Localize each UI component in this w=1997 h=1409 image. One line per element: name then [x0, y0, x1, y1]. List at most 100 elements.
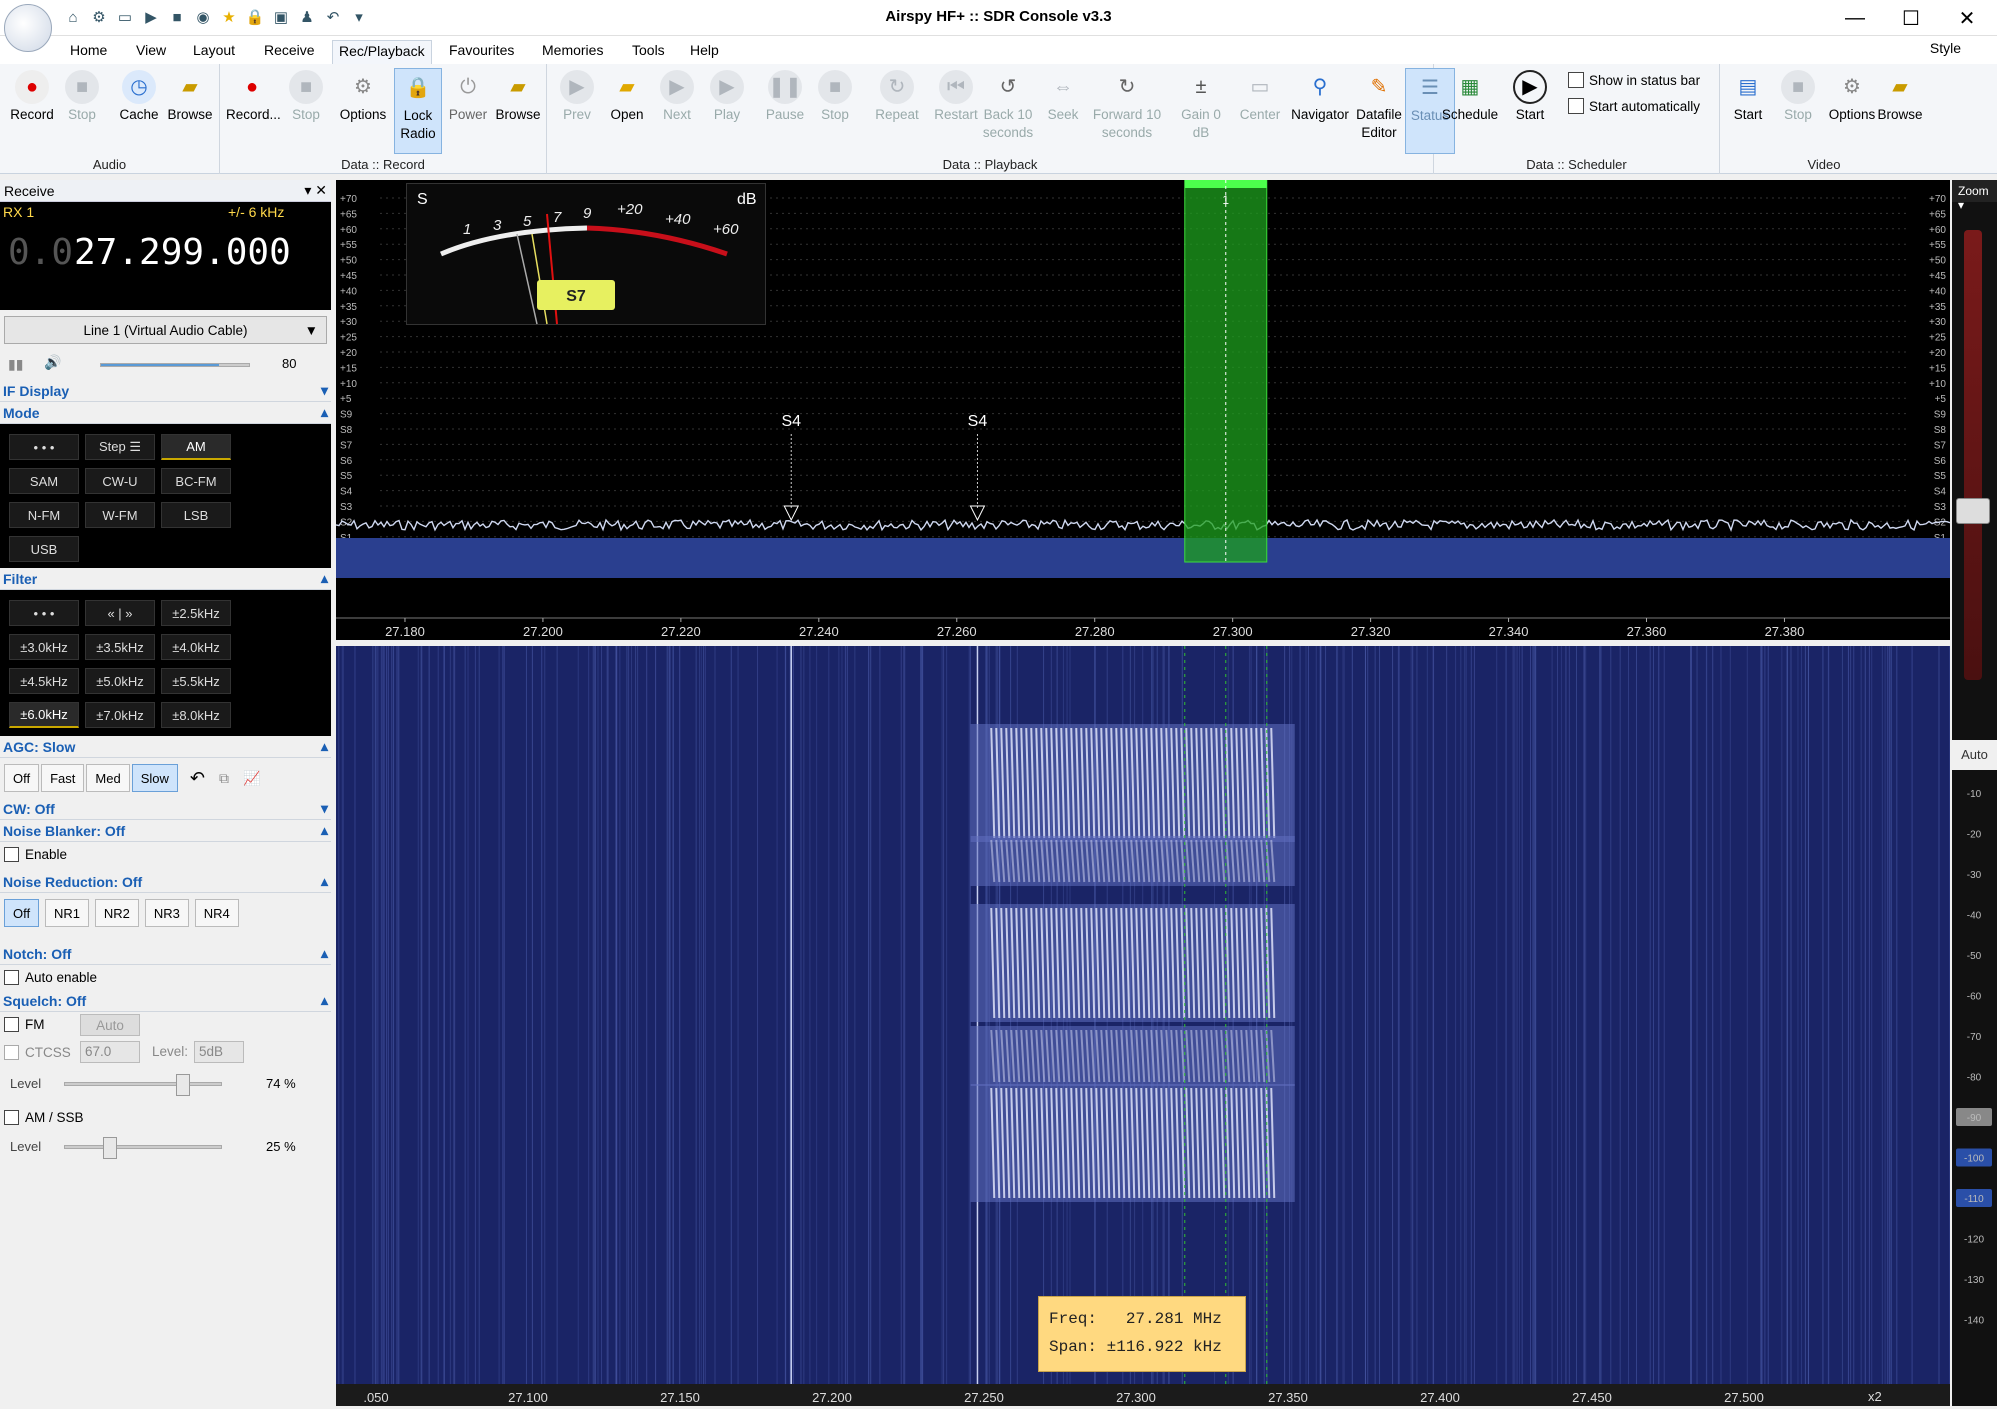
open-button[interactable]: ▰ Open: [603, 68, 651, 124]
tab-rec-playback[interactable]: Rec/Playback: [332, 40, 432, 64]
mode-nfm-button[interactable]: N-FM: [9, 502, 79, 528]
minimize-button[interactable]: —: [1827, 0, 1883, 36]
agc-med-button[interactable]: Med: [86, 764, 130, 792]
agc-off-button[interactable]: Off: [4, 764, 40, 792]
filter-6-0-button[interactable]: ±6.0kHz: [9, 702, 79, 728]
graph-icon[interactable]: 📈: [243, 770, 260, 787]
noise-blanker-section[interactable]: Noise Blanker: Off ▴: [0, 820, 331, 842]
waterfall-frequency-axis[interactable]: .050 27.100 27.150 27.200 27.250 27.300 27.350…: [336, 1384, 1950, 1406]
agc-slow-button[interactable]: Slow: [131, 764, 178, 792]
rx-channel-marker[interactable]: 1: [1184, 179, 1268, 563]
mode-more-button[interactable]: • • •: [9, 434, 79, 460]
mode-cwu-button[interactable]: CW-U: [85, 468, 155, 494]
playback-stop-button[interactable]: ■ Stop: [811, 68, 859, 124]
tab-layout[interactable]: Layout: [187, 40, 241, 64]
next-button[interactable]: ▶ Next: [653, 68, 701, 124]
audio-device-select[interactable]: Line 1 (Virtual Audio Cable) ▼: [4, 316, 327, 344]
ctcss-checkbox[interactable]: [4, 1044, 19, 1060]
filter-4-0-button[interactable]: ±4.0kHz: [161, 634, 231, 660]
power-button[interactable]: ⏻ Power: [444, 68, 492, 124]
filter-5-0-button[interactable]: ±5.0kHz: [85, 668, 155, 694]
agc-fast-button[interactable]: Fast: [41, 764, 85, 792]
am-ssb-checkbox[interactable]: AM / SSB: [0, 1105, 331, 1130]
nr2-button[interactable]: NR2: [94, 899, 139, 927]
start-automatically-checkbox[interactable]: Start automatically: [1568, 98, 1700, 114]
datafile-editor-button[interactable]: ✎ Datafile Editor: [1351, 68, 1407, 142]
tab-view[interactable]: View: [130, 40, 172, 64]
forward-10-button[interactable]: ↻ Forward 10 seconds: [1083, 68, 1171, 142]
pause-button[interactable]: ❚❚ Pause: [761, 68, 809, 124]
am-ssb-level-slider[interactable]: [64, 1137, 222, 1159]
tab-home[interactable]: Home: [64, 40, 113, 64]
gain-button[interactable]: ± Gain 0 dB: [1175, 68, 1227, 142]
video-stop-button[interactable]: ■ Stop: [1774, 68, 1822, 124]
data-record-button[interactable]: ● Record...: [226, 68, 281, 124]
mode-wfm-button[interactable]: W-FM: [85, 502, 155, 528]
ctcss-level-select[interactable]: 5dB: [194, 1041, 244, 1063]
tab-memories[interactable]: Memories: [536, 40, 609, 64]
squelch-section[interactable]: Squelch: Off ▴: [0, 990, 331, 1012]
nr1-button[interactable]: NR1: [45, 899, 90, 927]
mode-usb-button[interactable]: USB: [9, 536, 79, 562]
tab-favourites[interactable]: Favourites: [443, 40, 520, 64]
filter-3-5-button[interactable]: ±3.5kHz: [85, 634, 155, 660]
video-options-button[interactable]: ⚙ Options: [1824, 68, 1880, 124]
data-record-browse-button[interactable]: ▰ Browse: [494, 68, 542, 124]
lock-radio-button[interactable]: 🔒 Lock Radio: [394, 68, 442, 154]
notch-section[interactable]: Notch: Off ▴: [0, 943, 331, 965]
nr3-button[interactable]: NR3: [144, 899, 189, 927]
nr4-button[interactable]: NR4: [194, 899, 239, 927]
squelch-fm-checkbox[interactable]: FM Auto: [0, 1012, 331, 1037]
audio-record-button[interactable]: ● Record: [8, 68, 56, 124]
schedule-button[interactable]: ▦ Schedule: [1438, 68, 1502, 124]
noise-blanker-enable-checkbox[interactable]: Enable: [0, 842, 331, 867]
scheduler-start-button[interactable]: ▶ Start: [1506, 68, 1554, 124]
mode-step-button[interactable]: Step ☰: [85, 434, 155, 460]
filter-2-5-button[interactable]: ±2.5kHz: [161, 600, 231, 626]
zoom-dropdown[interactable]: Zoom ▾: [1952, 180, 1997, 212]
filter-section[interactable]: Filter ▴: [0, 568, 331, 590]
squelch-level-slider[interactable]: [64, 1074, 222, 1096]
volume-slider[interactable]: [100, 363, 250, 367]
back-10-button[interactable]: ↺ Back 10 seconds: [977, 68, 1039, 142]
notch-auto-enable-checkbox[interactable]: Auto enable: [0, 965, 331, 990]
ctcss-select[interactable]: 67.0: [80, 1041, 140, 1063]
cw-section[interactable]: CW: Off ▾: [0, 798, 331, 820]
noise-reduction-section[interactable]: Noise Reduction: Off ▴: [0, 871, 331, 893]
data-record-stop-button[interactable]: ■ Stop: [282, 68, 330, 124]
audio-browse-button[interactable]: ▰ Browse: [166, 68, 214, 124]
application-menu-button[interactable]: [4, 4, 52, 52]
frequency-axis[interactable]: 27.180 27.200 27.220 27.240 27.260 27.280 27.3…: [336, 616, 1950, 640]
center-button[interactable]: ▭ Center: [1235, 68, 1285, 124]
mode-bcfm-button[interactable]: BC-FM: [161, 468, 231, 494]
mode-sam-button[interactable]: SAM: [9, 468, 79, 494]
show-in-status-bar-checkbox[interactable]: Show in status bar: [1568, 72, 1700, 88]
filter-3-0-button[interactable]: ±3.0kHz: [9, 634, 79, 660]
tab-help[interactable]: Help: [684, 40, 725, 64]
mode-lsb-button[interactable]: LSB: [161, 502, 231, 528]
tab-tools[interactable]: Tools: [626, 40, 671, 64]
audio-stop-button[interactable]: ■ Stop: [58, 68, 106, 124]
video-browse-button[interactable]: ▰ Browse: [1876, 68, 1924, 124]
waterfall-display[interactable]: [336, 646, 1951, 1384]
prev-button[interactable]: ▶ Prev: [553, 68, 601, 124]
play-button[interactable]: ▶ Play: [703, 68, 751, 124]
squelch-auto-button[interactable]: Auto: [80, 1014, 140, 1036]
mode-am-button[interactable]: AM: [161, 434, 231, 460]
style-menu[interactable]: Style: [1930, 40, 1961, 56]
video-start-button[interactable]: ▤ Start: [1724, 68, 1772, 124]
navigator-button[interactable]: ⚲ Navigator: [1287, 68, 1353, 124]
filter-width-button[interactable]: « | »: [85, 600, 155, 626]
mode-section[interactable]: Mode ▴: [0, 402, 331, 424]
close-button[interactable]: ✕: [1939, 0, 1995, 36]
agc-section[interactable]: AGC: Slow ▴: [0, 736, 331, 758]
panel-menu-icon[interactable]: ▾ ✕: [304, 182, 327, 199]
filter-4-5-button[interactable]: ±4.5kHz: [9, 668, 79, 694]
frequency-value[interactable]: 27.299.000: [74, 232, 291, 273]
repeat-button[interactable]: ↻ Repeat: [869, 68, 925, 124]
filter-8-0-button[interactable]: ±8.0kHz: [161, 702, 231, 728]
data-record-options-button[interactable]: ⚙ Options: [336, 68, 390, 124]
filter-more-button[interactable]: • • •: [9, 600, 79, 626]
zoom-slider-track[interactable]: [1964, 230, 1982, 680]
maximize-button[interactable]: ☐: [1883, 0, 1939, 36]
